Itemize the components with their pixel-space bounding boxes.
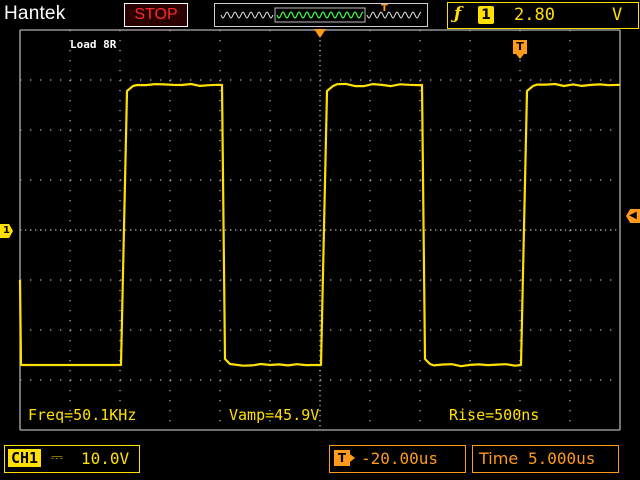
overview-wave-left [220,11,274,19]
overview-wave-right [366,11,422,19]
memory-overview: T [214,3,428,27]
ch1-settings[interactable]: CH1 ⎓ 10.0V [4,445,140,473]
memory-overview-graphic: T [220,4,422,23]
overview-wave-window [276,11,364,19]
trigger-delay-icon: T [334,450,355,466]
bottom-status-bar: CH1 ⎓ 10.0V T -20.00us Time 5.000us [0,440,640,480]
top-status-bar: Hantek STOP T ƒ 1 2.80 V [0,0,640,30]
overview-trigger-marker: T [381,4,388,14]
rising-edge-icon: ƒ [454,4,462,24]
timebase-label: Time [479,449,519,468]
volts-per-div-value: 10.0V [81,449,130,468]
trigger-level-value: 2.80 [514,5,555,25]
dc-coupling-icon: ⎓ [51,448,63,466]
brand-logo: Hantek [4,3,66,24]
screen-label: Load 8R [70,38,117,51]
frequency-measurement: Freq=50.1KHz [28,406,137,424]
trigger-delay-setting[interactable]: T -20.00us [329,445,466,473]
amplitude-measurement: Vamp=45.9V [229,406,320,424]
run-stop-indicator[interactable]: STOP [124,3,188,27]
timebase-value: 5.000us [528,449,596,468]
trigger-delay-value: -20.00us [361,449,439,468]
trigger-readout[interactable]: ƒ 1 2.80 V [447,2,639,29]
trigger-source-badge: 1 [478,6,494,24]
ch1-badge: CH1 [8,449,42,467]
graticule [18,29,621,431]
trigger-level-unit: V [612,5,623,25]
ch1-ground-marker[interactable]: 1 [0,224,13,238]
timebase-setting[interactable]: Time 5.000us [472,445,619,473]
graticule-grid [19,29,621,431]
rise-time-measurement: Rise=500ns [449,406,540,424]
trigger-level-marker[interactable]: ◀ [626,209,640,223]
waveform-screen[interactable] [18,29,621,431]
trigger-time-marker-icon[interactable]: T [513,40,527,59]
trigger-position-marker[interactable] [314,29,326,38]
